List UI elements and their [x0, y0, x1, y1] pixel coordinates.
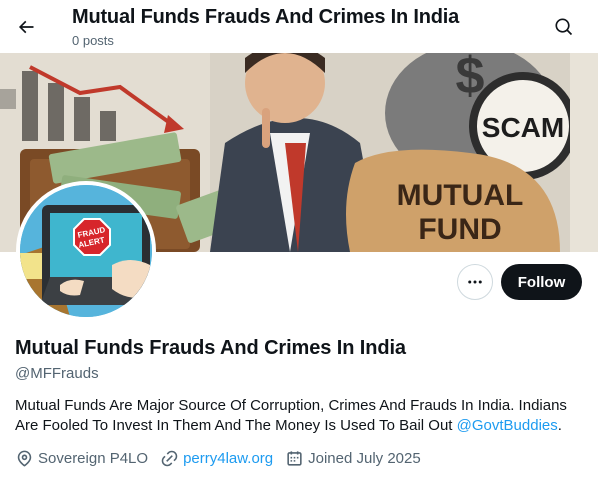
avatar-illustration: FRAUD ALERT: [20, 185, 152, 317]
location-pin-icon: [17, 450, 32, 467]
profile-display-name: Mutual Funds Frauds And Crimes In India: [15, 337, 406, 359]
calendar-icon: [287, 450, 302, 466]
post-count: 0 posts: [72, 33, 114, 48]
back-button[interactable]: [10, 11, 42, 43]
website-item: perry4law.org: [160, 449, 273, 468]
website-link[interactable]: perry4law.org: [183, 450, 273, 467]
profile-meta: Sovereign P4LO perry4law.org Joined July…: [15, 447, 433, 469]
more-options-button[interactable]: [457, 264, 493, 300]
joined-item: Joined July 2025: [285, 449, 421, 468]
link-icon: [161, 450, 178, 466]
avatar[interactable]: FRAUD ALERT: [16, 181, 156, 321]
joined-text: Joined July 2025: [308, 449, 421, 467]
profile-handle: @MFFrauds: [15, 365, 99, 382]
banner-scam-text: SCAM: [482, 112, 564, 143]
arrow-left-icon: [18, 20, 34, 34]
more-horizontal-icon: [468, 280, 482, 284]
header-title: Mutual Funds Frauds And Crimes In India: [72, 6, 460, 28]
search-icon: [555, 18, 573, 36]
bio-end: .: [557, 417, 562, 434]
location-text: Sovereign P4LO: [38, 449, 149, 467]
banner-mutual-text: MUTUAL: [397, 179, 524, 212]
search-button[interactable]: [548, 11, 580, 43]
follow-button[interactable]: Follow: [501, 264, 582, 300]
banner-fund-text: FUND: [418, 213, 501, 246]
top-bar: Mutual Funds Frauds And Crimes In India …: [0, 0, 598, 53]
location-item: Sovereign P4LO: [15, 449, 148, 468]
bio-mention-link[interactable]: @GovtBuddies: [457, 417, 558, 434]
profile-bio: Mutual Funds Are Major Source Of Corrupt…: [15, 396, 585, 436]
